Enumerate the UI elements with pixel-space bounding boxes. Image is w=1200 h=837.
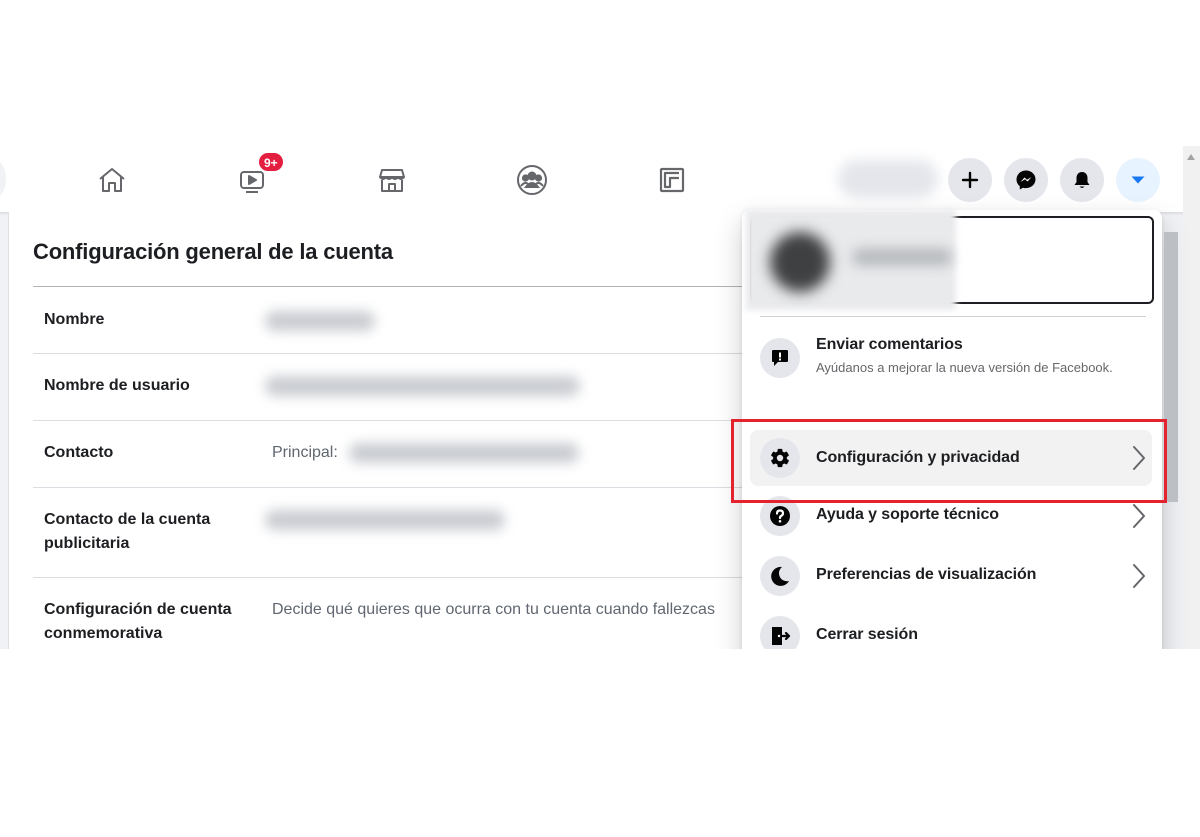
gaming-icon bbox=[659, 167, 685, 193]
home-icon bbox=[99, 168, 125, 192]
plus-icon bbox=[961, 171, 979, 189]
store-icon bbox=[379, 169, 405, 192]
blurred-value bbox=[265, 376, 580, 396]
messenger-button[interactable] bbox=[1004, 158, 1048, 202]
settings-row-memorialization[interactable]: Configuración de cuenta conmemorativa De… bbox=[33, 578, 773, 649]
row-label: Configuración de cuenta conmemorativa bbox=[44, 601, 232, 642]
home-tab[interactable] bbox=[92, 160, 132, 200]
row-label: Nombre de usuario bbox=[44, 377, 190, 394]
settings-row-name[interactable]: Nombre bbox=[33, 287, 773, 354]
avatar bbox=[770, 232, 830, 292]
profile-chip[interactable] bbox=[838, 160, 938, 198]
menu-item-label: Preferencias de visualización bbox=[816, 566, 1037, 583]
notifications-button[interactable] bbox=[1060, 158, 1104, 202]
messenger-icon bbox=[1016, 170, 1036, 190]
general-account-settings-card: Configuración general de la cuenta Nombr… bbox=[8, 212, 773, 649]
menu-divider bbox=[760, 316, 1146, 317]
account-menu-button[interactable] bbox=[1116, 158, 1160, 202]
groups-icon bbox=[517, 165, 547, 195]
page-scrollbar[interactable] bbox=[1183, 146, 1200, 649]
chevron-right-icon bbox=[1133, 504, 1145, 528]
watch-tab[interactable]: 9+ bbox=[232, 152, 284, 200]
top-navigation: 9+ bbox=[0, 146, 1200, 213]
highlight-annotation-box bbox=[731, 419, 1167, 503]
search-button-edge[interactable] bbox=[0, 161, 6, 197]
row-value: Principal: bbox=[272, 444, 338, 461]
blurred-value bbox=[265, 510, 505, 530]
menu-item-label: Enviar comentarios bbox=[816, 336, 963, 353]
settings-row-username[interactable]: Nombre de usuario bbox=[33, 354, 773, 421]
groups-tab[interactable] bbox=[512, 160, 552, 200]
menu-item-label: Cerrar sesión bbox=[816, 626, 918, 643]
settings-row-contact[interactable]: Contacto Principal: bbox=[33, 421, 773, 488]
menu-item-sublabel: Ayúdanos a mejorar la nueva versión de F… bbox=[816, 360, 1113, 375]
menu-item-label: Ayuda y soporte técnico bbox=[816, 506, 999, 523]
menu-item-logout[interactable]: Cerrar sesión bbox=[750, 616, 1152, 649]
menu-item-feedback[interactable]: Enviar comentarios Ayúdanos a mejorar la… bbox=[750, 328, 1152, 408]
row-label: Contacto de la cuenta publicitaria bbox=[44, 511, 211, 552]
logout-icon bbox=[760, 616, 800, 649]
row-label: Contacto bbox=[44, 444, 114, 461]
profile-card[interactable] bbox=[746, 210, 1154, 310]
feedback-icon bbox=[760, 338, 800, 378]
notification-badge: 9+ bbox=[258, 152, 284, 172]
scroll-up-icon[interactable] bbox=[1187, 154, 1195, 160]
bell-icon bbox=[1074, 172, 1090, 188]
menu-item-help[interactable]: Ayuda y soporte técnico bbox=[750, 496, 1152, 552]
gaming-tab[interactable] bbox=[652, 160, 692, 200]
chevron-right-icon bbox=[1133, 564, 1145, 588]
page-title: Configuración general de la cuenta bbox=[33, 239, 393, 264]
screenshot-area: 9+ Configuración general de la cuenta No… bbox=[0, 146, 1200, 649]
row-value: Decide qué quieres que ocurra con tu cue… bbox=[272, 601, 715, 618]
marketplace-tab[interactable] bbox=[372, 160, 412, 200]
blurred-name bbox=[852, 248, 952, 266]
moon-icon bbox=[760, 556, 800, 596]
blurred-value bbox=[265, 311, 375, 331]
create-button[interactable] bbox=[948, 158, 992, 202]
settings-row-ad-contact[interactable]: Contacto de la cuenta publicitaria bbox=[33, 488, 773, 578]
blurred-value bbox=[349, 443, 579, 463]
row-label: Nombre bbox=[44, 311, 105, 328]
caret-down-icon bbox=[1131, 176, 1145, 184]
menu-item-display-preferences[interactable]: Preferencias de visualización bbox=[750, 556, 1152, 612]
